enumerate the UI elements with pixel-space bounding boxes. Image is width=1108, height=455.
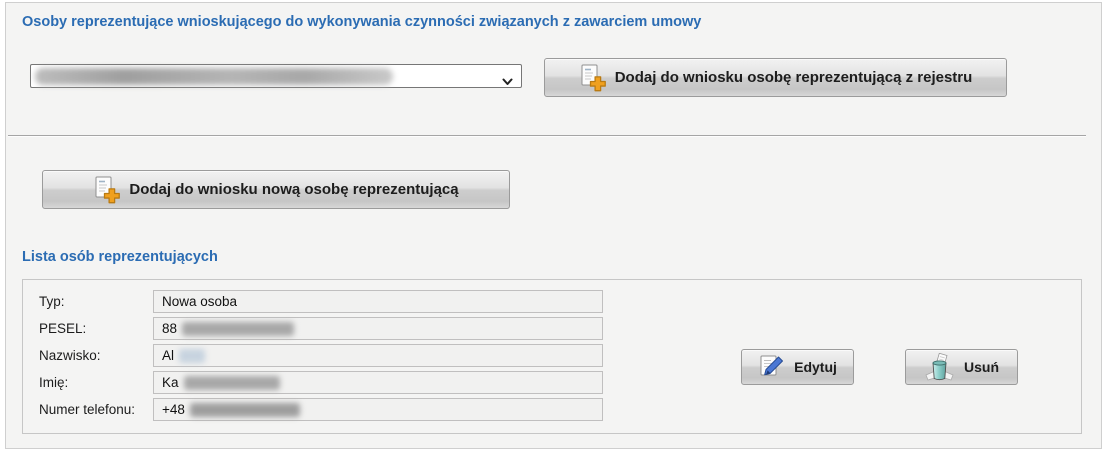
redacted-telefon	[190, 403, 300, 417]
field-label-pesel: PESEL:	[39, 321, 86, 336]
content-frame: Osoby reprezentujące wnioskującego do wy…	[5, 2, 1102, 449]
add-new-person-label: Dodaj do wniosku nową osobę reprezentują…	[129, 181, 458, 198]
document-plus-icon	[579, 64, 606, 92]
field-text-typ: Nowa osoba	[162, 294, 237, 309]
chevron-down-icon	[502, 73, 513, 81]
field-label-typ: Typ:	[39, 294, 65, 309]
field-row-telefon: Numer telefonu: +48	[23, 398, 1081, 421]
document-plus-icon	[93, 176, 120, 204]
representing-person-select[interactable]	[30, 64, 522, 88]
redacted-imie	[184, 376, 280, 390]
add-from-register-label: Dodaj do wniosku osobę reprezentującą z …	[615, 69, 973, 86]
field-text-imie: Ka	[162, 375, 179, 390]
document-pencil-icon	[758, 354, 785, 380]
add-from-register-button[interactable]: Dodaj do wniosku osobę reprezentującą z …	[544, 58, 1007, 97]
field-row-typ: Typ: Nowa osoba	[23, 290, 1081, 313]
field-value-typ: Nowa osoba	[153, 290, 603, 313]
field-value-pesel: 88	[153, 317, 603, 340]
redacted-selected-person	[35, 68, 393, 85]
delete-button-label: Usuń	[964, 359, 999, 375]
field-text-telefon: +48	[162, 402, 185, 417]
field-label-telefon: Numer telefonu:	[39, 402, 135, 417]
list-section-title: Lista osób reprezentujących	[22, 249, 218, 265]
section-divider	[8, 135, 1086, 137]
add-new-person-button[interactable]: Dodaj do wniosku nową osobę reprezentują…	[42, 170, 510, 209]
redacted-pesel	[182, 322, 294, 336]
field-label-nazwisko: Nazwisko:	[39, 348, 101, 363]
field-text-nazwisko: Al	[162, 348, 174, 363]
field-value-telefon: +48	[153, 398, 603, 421]
field-row-pesel: PESEL: 88	[23, 317, 1081, 340]
field-label-imie: Imię:	[39, 375, 68, 390]
page-title: Osoby reprezentujące wnioskującego do wy…	[22, 14, 701, 30]
field-text-pesel: 88	[162, 321, 177, 336]
field-value-imie: Ka	[153, 371, 603, 394]
edit-button[interactable]: Edytuj	[741, 349, 854, 385]
redacted-nazwisko	[179, 349, 205, 363]
edit-button-label: Edytuj	[794, 359, 837, 375]
person-list-panel: Typ: Nowa osoba PESEL: 88 Nazwisko: Al I…	[22, 279, 1082, 434]
field-value-nazwisko: Al	[153, 344, 603, 367]
trash-bin-icon	[924, 353, 955, 382]
delete-button[interactable]: Usuń	[905, 349, 1018, 385]
